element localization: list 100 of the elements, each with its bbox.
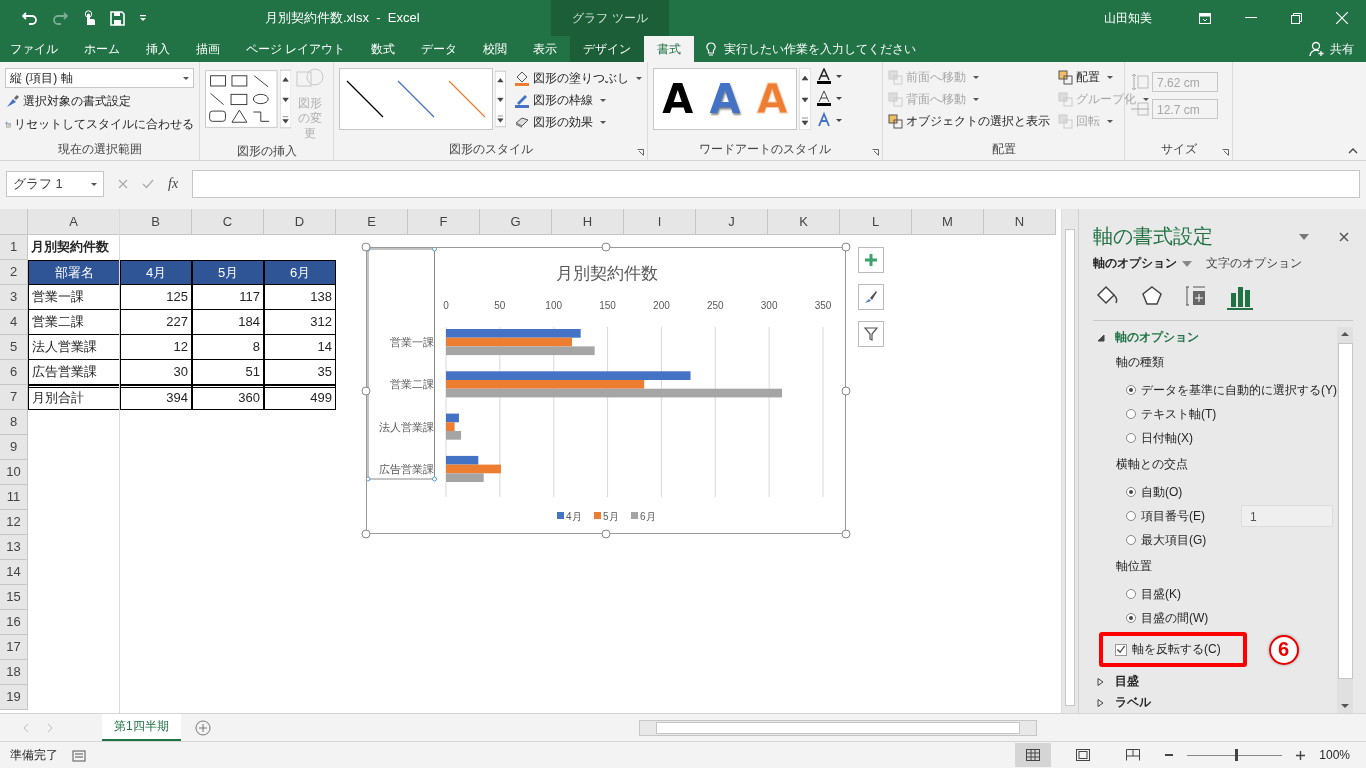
section-header[interactable]: 目盛 (1097, 671, 1337, 692)
row-header[interactable]: 17 (0, 635, 28, 660)
radio-option[interactable]: 最大項目(G) (1126, 531, 1207, 549)
ribbon-tab[interactable]: デザイン (570, 36, 645, 62)
radio-option[interactable]: データを基準に自動的に選択する(Y) (1126, 381, 1337, 399)
row-header[interactable]: 12 (0, 510, 28, 535)
row-header[interactable]: 18 (0, 660, 28, 685)
row-header[interactable]: 7 (0, 385, 28, 410)
selection-handle[interactable] (367, 476, 371, 482)
save-icon[interactable] (110, 10, 125, 26)
column-header[interactable]: I (624, 209, 696, 235)
shape-effects-button[interactable]: 図形の効果 (514, 112, 642, 132)
row-header[interactable]: 1 (0, 235, 28, 260)
radio-button[interactable] (1126, 433, 1136, 443)
dialog-launcher-icon[interactable] (872, 149, 879, 156)
gallery-scroll-icon[interactable] (495, 68, 506, 130)
touch-mode-icon[interactable] (82, 10, 96, 26)
column-header[interactable]: N (984, 209, 1056, 235)
add-sheet-icon[interactable] (194, 719, 211, 736)
radio-option[interactable]: 項目番号(E) (1126, 507, 1205, 525)
dialog-launcher-icon[interactable] (637, 149, 644, 156)
radio-option[interactable]: 目盛の間(W) (1126, 609, 1209, 627)
radio-option[interactable]: 自動(O) (1126, 483, 1183, 501)
customize-toolbar-icon[interactable] (139, 14, 147, 22)
ribbon-tab[interactable]: 数式 (358, 36, 409, 62)
vertical-scrollbar[interactable] (1061, 209, 1078, 713)
radio-button[interactable] (1126, 409, 1136, 419)
row-header[interactable]: 14 (0, 560, 28, 585)
ribbon-tab[interactable]: 表示 (520, 36, 571, 62)
row-header[interactable]: 11 (0, 485, 28, 510)
radio-button[interactable] (1126, 487, 1136, 497)
tell-me-field[interactable]: 実行したい作業を入力してください (722, 41, 997, 57)
column-header[interactable]: J (696, 209, 768, 235)
ribbon-tab[interactable]: ページ レイアウト (233, 36, 359, 62)
checkbox-option[interactable]: 軸を反転する(C) (1099, 632, 1247, 667)
text-outline-icon[interactable] (817, 90, 843, 106)
undo-icon[interactable] (22, 11, 38, 25)
wordart-style-preset[interactable]: A (709, 79, 741, 119)
section-header[interactable]: 軸のオプション (1097, 327, 1337, 348)
horizontal-scrollbar[interactable] (638, 719, 1037, 736)
resize-handle[interactable] (841, 529, 851, 539)
radio-button[interactable] (1126, 589, 1136, 599)
resize-handle[interactable] (361, 242, 371, 252)
check-icon[interactable] (142, 179, 154, 189)
resize-handle[interactable] (361, 529, 371, 539)
insert-function-button[interactable]: fx (168, 176, 179, 192)
sheet-tab[interactable]: 第1四半期 (102, 714, 181, 741)
pane-tab[interactable]: 文字のオプション (1206, 255, 1302, 272)
zoom-level[interactable]: 100% (1319, 748, 1350, 762)
shape-fill-button[interactable]: 図形の塗りつぶし (514, 68, 642, 88)
share-button[interactable]: 共有 (1309, 36, 1354, 62)
text-fill-icon[interactable] (817, 68, 843, 84)
column-header[interactable]: D (264, 209, 336, 235)
row-header[interactable]: 2 (0, 260, 28, 285)
chart-filters-button[interactable] (858, 321, 884, 347)
row-header[interactable]: 8 (0, 410, 28, 435)
row-header[interactable]: 13 (0, 535, 28, 560)
chart-element-dropdown[interactable]: 縦 (項目) 軸 (5, 68, 194, 88)
axis-options-tab[interactable] (1227, 284, 1253, 310)
text-effects-icon[interactable] (817, 112, 843, 128)
row-header[interactable]: 3 (0, 285, 28, 310)
column-header[interactable]: C (192, 209, 264, 235)
selection-pane-button[interactable]: オブジェクトの選択と表示 (888, 111, 1050, 131)
row-header[interactable]: 15 (0, 585, 28, 610)
ribbon-tab[interactable]: データ (408, 36, 471, 62)
restore-icon[interactable] (1291, 12, 1302, 24)
chart-styles-button[interactable] (858, 284, 884, 310)
row-header[interactable]: 16 (0, 610, 28, 635)
row-header[interactable]: 10 (0, 460, 28, 485)
pane-options-caret-icon[interactable] (1299, 233, 1309, 240)
ribbon-tab[interactable]: ファイル (0, 36, 71, 62)
ribbon-tab[interactable]: 描画 (183, 36, 233, 62)
number-field[interactable]: 1 (1241, 505, 1333, 527)
column-header[interactable]: M (912, 209, 984, 235)
radio-button[interactable] (1126, 613, 1136, 623)
radio-button[interactable] (1126, 535, 1136, 545)
ribbon-tab[interactable]: 挿入 (133, 36, 183, 62)
selection-handle[interactable] (432, 476, 437, 482)
gallery-scroll-icon[interactable] (799, 68, 811, 130)
resize-handle[interactable] (841, 386, 851, 395)
shape-outline-button[interactable]: 図形の枠線 (514, 90, 642, 110)
radio-option[interactable]: 日付軸(X) (1126, 429, 1193, 447)
line-style-preset[interactable] (345, 79, 386, 119)
radio-button[interactable] (1126, 511, 1136, 521)
resize-handle[interactable] (601, 529, 611, 539)
resize-handle[interactable] (601, 242, 611, 252)
zoom-in-icon[interactable] (1296, 750, 1306, 760)
resize-handle[interactable] (841, 242, 851, 252)
column-header[interactable]: A (28, 209, 120, 235)
chart-elements-button[interactable] (858, 247, 884, 273)
column-header[interactable]: E (336, 209, 408, 235)
column-header[interactable]: B (120, 209, 192, 235)
resize-handle[interactable] (361, 386, 371, 395)
gallery-scroll-icon[interactable] (279, 68, 291, 130)
row-header[interactable]: 19 (0, 685, 28, 710)
name-box[interactable]: グラフ 1 (6, 171, 104, 197)
selection-handle[interactable] (432, 248, 437, 252)
wordart-gallery[interactable]: A A A (653, 68, 797, 130)
column-header[interactable]: G (480, 209, 552, 235)
ribbon-tab[interactable]: 書式 (644, 36, 695, 62)
